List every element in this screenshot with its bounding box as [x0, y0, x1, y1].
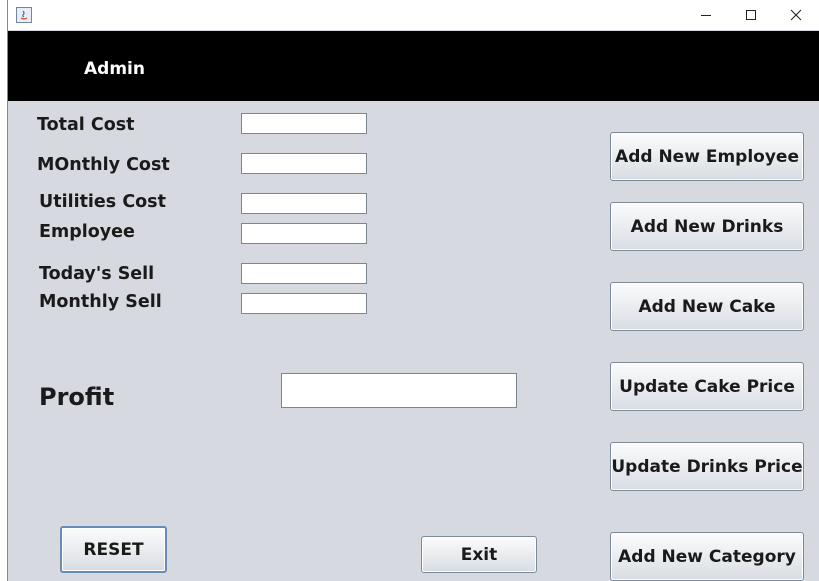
add-new-category-button[interactable]: Add New Category	[610, 532, 804, 581]
maximize-icon	[746, 10, 756, 20]
profit-field[interactable]	[281, 373, 517, 408]
maximize-button[interactable]	[728, 0, 774, 30]
close-button[interactable]	[773, 0, 819, 30]
todays-sell-field[interactable]	[241, 263, 367, 284]
employee-label: Employee	[39, 222, 135, 242]
employee-field[interactable]	[241, 223, 367, 244]
monthly-sell-label: Monthly Sell	[39, 292, 162, 312]
total-cost-label: Total Cost	[37, 115, 135, 135]
admin-header: Admin	[8, 31, 819, 101]
minimize-icon	[701, 15, 711, 16]
todays-sell-label: Today's Sell	[39, 264, 155, 284]
close-icon	[790, 9, 802, 21]
profit-label: Profit	[39, 383, 115, 411]
update-cake-price-button[interactable]: Update Cake Price	[610, 362, 804, 411]
header-title: Admin	[84, 59, 145, 79]
monthly-cost-label: MOnthly Cost	[37, 155, 170, 175]
add-new-employee-button[interactable]: Add New Employee	[610, 132, 804, 181]
monthly-cost-field[interactable]	[241, 153, 367, 174]
reset-button[interactable]: RESET	[60, 526, 167, 573]
title-bar	[8, 0, 819, 30]
utilities-cost-label: Utilities Cost	[39, 192, 166, 212]
java-app-icon	[16, 7, 32, 23]
add-new-cake-button[interactable]: Add New Cake	[610, 282, 804, 331]
monthly-sell-field[interactable]	[241, 293, 367, 314]
add-new-drinks-button[interactable]: Add New Drinks	[610, 202, 804, 251]
total-cost-field[interactable]	[241, 113, 367, 134]
app-window: Admin Total Cost MOnthly Cost Utilities …	[7, 0, 819, 581]
utilities-cost-field[interactable]	[241, 193, 367, 214]
minimize-button[interactable]	[683, 0, 729, 30]
exit-button[interactable]: Exit	[421, 536, 537, 573]
update-drinks-price-button[interactable]: Update Drinks Price	[610, 442, 804, 491]
